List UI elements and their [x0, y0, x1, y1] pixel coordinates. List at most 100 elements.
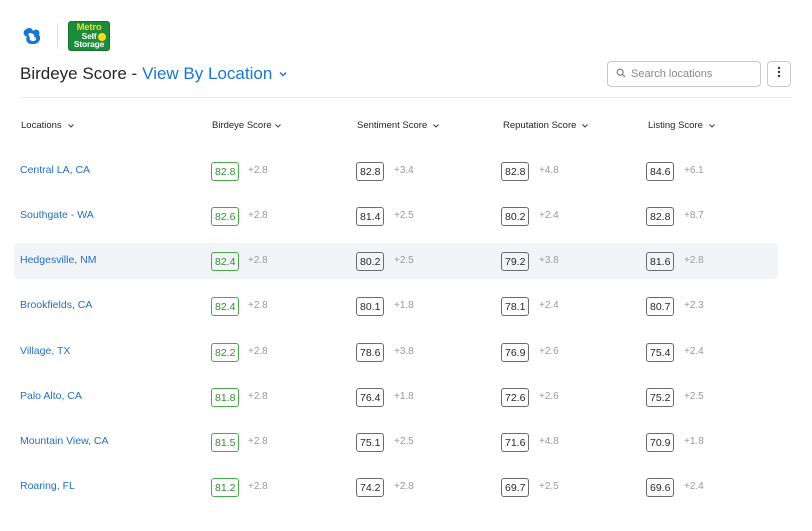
location-link[interactable]: Brookfields, CA [20, 299, 92, 311]
reputation-score-change: +3.8 [539, 255, 559, 266]
sentiment-score-change: +2.5 [394, 255, 414, 266]
reputation-score-badge: 78.1 [501, 297, 530, 316]
listing-score-change: +2.4 [684, 346, 704, 357]
column-label: Reputation Score [503, 120, 577, 131]
listing-score-badge: 70.9 [646, 433, 675, 452]
listing-score-change: +2.8 [684, 255, 704, 266]
sentiment-score-badge: 75.1 [356, 433, 385, 452]
column-label: Sentiment Score [357, 120, 428, 131]
sentiment-score-change: +1.8 [394, 391, 414, 402]
logo-sun-icon [98, 33, 106, 41]
birdeye-score-badge: 82.2 [211, 343, 240, 362]
listing-score-badge: 84.6 [646, 162, 675, 181]
reputation-score-badge: 80.2 [501, 207, 530, 226]
listing-score-change: +2.5 [684, 391, 704, 402]
sentiment-score-badge: 81.4 [356, 207, 385, 226]
listing-score-badge: 80.7 [646, 297, 675, 316]
sentiment-score-change: +3.4 [394, 165, 414, 176]
birdeye-score-change: +2.8 [248, 481, 268, 492]
birdeye-logo-icon[interactable] [20, 24, 44, 48]
kebab-menu-icon [777, 65, 781, 83]
top-bar: Metro Self Storage [20, 20, 110, 52]
chevron-down-icon [274, 122, 282, 130]
birdeye-score-badge: 82.6 [211, 207, 240, 226]
birdeye-score-badge: 82.4 [211, 252, 240, 271]
logo-divider [57, 23, 58, 49]
listing-score-badge: 82.8 [646, 207, 675, 226]
column-label: Locations [21, 120, 62, 131]
listing-score-badge: 69.6 [646, 478, 675, 497]
table-row[interactable]: Brookfields, CA 82.4 +2.8 80.1 +1.8 78.1… [14, 288, 778, 324]
birdeye-score-badge: 81.8 [211, 388, 240, 407]
birdeye-score-change: +2.8 [248, 165, 268, 176]
table-row[interactable]: Village, TX 82.2 +2.8 78.6 +3.8 76.9 +2.… [14, 334, 778, 370]
chevron-down-icon [67, 122, 75, 130]
location-link[interactable]: Mountain View, CA [20, 435, 109, 447]
table-row[interactable]: Central LA, CA 82.8 +2.8 82.8 +3.4 82.8 … [14, 153, 778, 189]
location-link[interactable]: Roaring, FL [20, 480, 75, 492]
metro-self-storage-logo: Metro Self Storage [68, 21, 110, 51]
reputation-score-badge: 71.6 [501, 433, 530, 452]
table-row[interactable]: Mountain View, CA 81.5 +2.8 75.1 +2.5 71… [14, 424, 778, 460]
birdeye-score-change: +2.8 [248, 255, 268, 266]
column-header-listing-score[interactable]: Listing Score [648, 120, 716, 131]
location-link[interactable]: Central LA, CA [20, 164, 90, 176]
table-row[interactable]: Southgate - WA 82.6 +2.8 81.4 +2.5 80.2 … [14, 198, 778, 234]
reputation-score-badge: 69.7 [501, 478, 530, 497]
sentiment-score-badge: 80.2 [356, 252, 385, 271]
sentiment-score-badge: 82.8 [356, 162, 385, 181]
sentiment-score-change: +2.5 [394, 436, 414, 447]
chevron-down-icon [581, 122, 589, 130]
search-icon [616, 65, 626, 83]
birdeye-score-badge: 81.5 [211, 433, 240, 452]
listing-score-change: +6.1 [684, 165, 704, 176]
table-row[interactable]: Roaring, FL 81.2 +2.8 74.2 +2.8 69.7 +2.… [14, 469, 778, 505]
reputation-score-change: +2.6 [539, 391, 559, 402]
view-by-location-dropdown[interactable]: View By Location [142, 64, 272, 84]
birdeye-score-badge: 81.2 [211, 478, 240, 497]
chevron-down-icon [708, 122, 716, 130]
sentiment-score-badge: 74.2 [356, 478, 385, 497]
reputation-score-change: +2.5 [539, 481, 559, 492]
listing-score-change: +8.7 [684, 210, 704, 221]
listing-score-change: +1.8 [684, 436, 704, 447]
listing-score-change: +2.4 [684, 481, 704, 492]
reputation-score-change: +2.4 [539, 300, 559, 311]
column-header-birdeye-score[interactable]: Birdeye Score [212, 120, 282, 131]
birdeye-score-change: +2.8 [248, 391, 268, 402]
birdeye-score-change: +2.8 [248, 346, 268, 357]
search-box[interactable] [607, 61, 761, 87]
page-title-row: Birdeye Score - View By Location [20, 62, 288, 86]
reputation-score-change: +4.8 [539, 436, 559, 447]
column-header-locations[interactable]: Locations [21, 120, 75, 131]
search-input[interactable] [631, 68, 751, 80]
reputation-score-change: +2.6 [539, 346, 559, 357]
column-header-reputation-score[interactable]: Reputation Score [503, 120, 589, 131]
chevron-down-icon[interactable] [278, 69, 288, 79]
chevron-down-icon [432, 122, 440, 130]
more-options-button[interactable] [767, 61, 791, 87]
listing-score-badge: 75.2 [646, 388, 675, 407]
location-link[interactable]: Southgate - WA [20, 209, 94, 221]
birdeye-score-badge: 82.4 [211, 297, 240, 316]
birdeye-score-change: +2.8 [248, 300, 268, 311]
column-label: Listing Score [648, 120, 703, 131]
reputation-score-badge: 82.8 [501, 162, 530, 181]
birdeye-score-badge: 82.8 [211, 162, 240, 181]
reputation-score-change: +2.4 [539, 210, 559, 221]
listing-score-change: +2.3 [684, 300, 704, 311]
listing-score-badge: 81.6 [646, 252, 675, 271]
location-link[interactable]: Palo Alto, CA [20, 390, 82, 402]
listing-score-badge: 75.4 [646, 343, 675, 362]
location-link[interactable]: Hedgesville, NM [20, 254, 96, 266]
page-title: Birdeye Score - [20, 64, 138, 83]
table-row-highlighted[interactable]: Hedgesville, NM 82.4 +2.8 80.2 +2.5 79.2… [14, 243, 778, 279]
column-label: Birdeye Score [212, 120, 272, 131]
location-link[interactable]: Village, TX [20, 345, 70, 357]
reputation-score-badge: 79.2 [501, 252, 530, 271]
header-divider [20, 97, 792, 98]
table-row[interactable]: Palo Alto, CA 81.8 +2.8 76.4 +1.8 72.6 +… [14, 379, 778, 415]
column-header-sentiment-score[interactable]: Sentiment Score [357, 120, 440, 131]
sentiment-score-change: +1.8 [394, 300, 414, 311]
birdeye-score-change: +2.8 [248, 436, 268, 447]
